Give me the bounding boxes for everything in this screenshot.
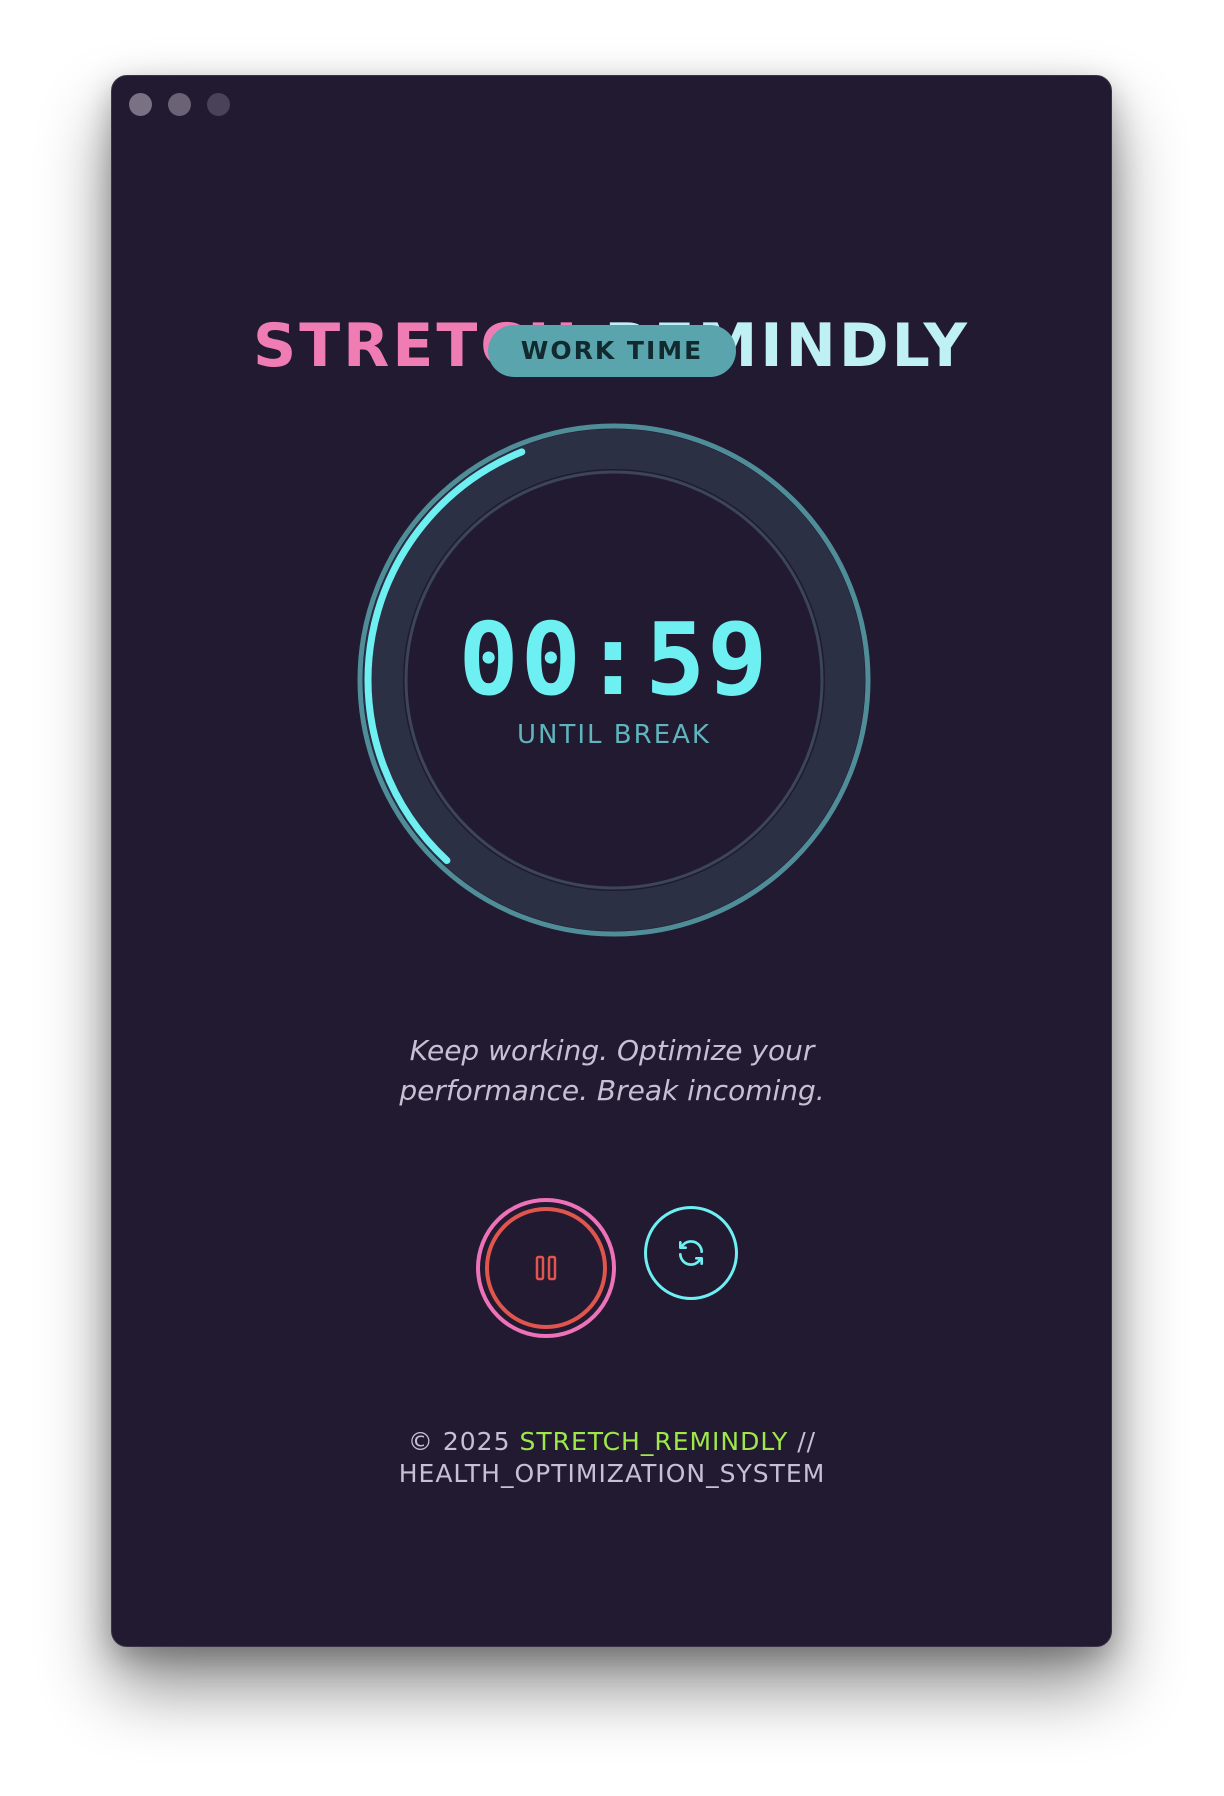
close-window-button[interactable] [129, 93, 152, 116]
app-window: STRETCH REMINDLY WORK TIME 00:59 UNTIL B… [111, 75, 1112, 1647]
refresh-icon [679, 1240, 703, 1266]
footer-separator: // [797, 1427, 817, 1456]
mode-badge: WORK TIME [488, 325, 736, 377]
footer-copyright: © 2025 [407, 1427, 511, 1456]
timer-countdown: 00:59 [458, 601, 770, 718]
pause-icon [535, 1255, 557, 1281]
status-message-line2: performance. Break incoming. [399, 1074, 825, 1107]
maximize-window-button[interactable] [207, 93, 230, 116]
timer-dial: 00:59 UNTIL BREAK [357, 423, 871, 937]
footer-brand: STRETCH_REMINDLY [519, 1427, 789, 1456]
window-controls [129, 93, 230, 116]
status-message: Keep working. Optimize your performance.… [312, 1031, 912, 1111]
minimize-window-button[interactable] [168, 93, 191, 116]
footer: © 2025 STRETCH_REMINDLY // HEALTH_OPTIMI… [262, 1426, 962, 1490]
timer-label: UNTIL BREAK [517, 720, 711, 750]
status-message-line1: Keep working. Optimize your [409, 1034, 815, 1067]
pause-button[interactable] [476, 1198, 616, 1338]
reset-button[interactable] [644, 1206, 738, 1300]
footer-system: HEALTH_OPTIMIZATION_SYSTEM [398, 1459, 826, 1488]
